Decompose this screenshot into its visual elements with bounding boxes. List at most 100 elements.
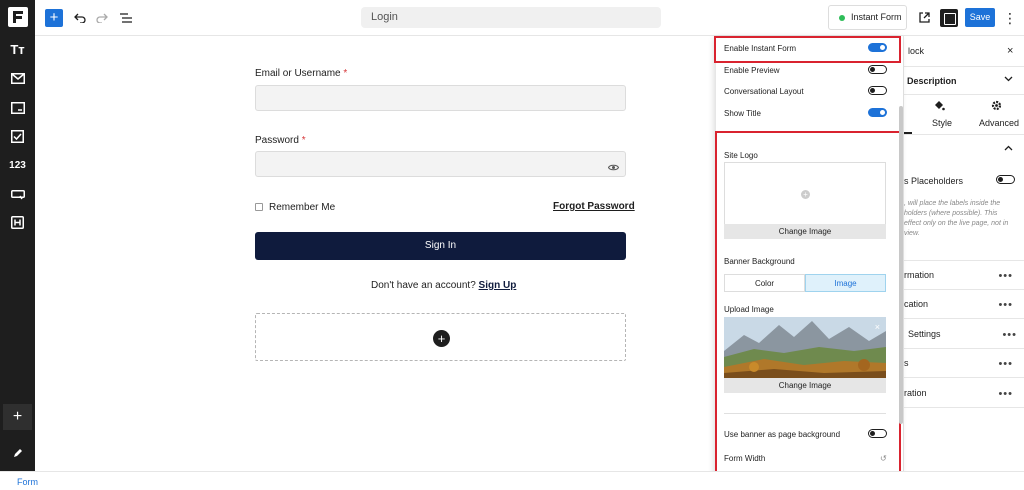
settings-sidebar-toggle-icon[interactable]	[940, 9, 958, 27]
section-row[interactable]: Settings •••	[908, 329, 1024, 341]
toggle-label: Enable Preview	[724, 66, 780, 75]
gear-icon[interactable]	[991, 100, 1003, 113]
button-block-icon[interactable]	[8, 185, 27, 204]
plus-circle-icon[interactable]: +	[801, 190, 810, 199]
top-toolbar: + Login Instant Form Save ⋮	[35, 0, 1024, 36]
section-label: ration	[904, 388, 927, 398]
password-label-text: Password	[255, 135, 299, 146]
segment-color[interactable]: Color	[724, 274, 805, 292]
email-field[interactable]	[255, 85, 626, 111]
more-options-icon[interactable]: ⋮	[1001, 9, 1019, 27]
upload-image-label: Upload Image	[724, 305, 774, 314]
text-block-icon[interactable]: Tт	[8, 40, 27, 59]
show-title-toggle[interactable]	[868, 108, 887, 117]
use-banner-label: Use banner as page background	[724, 430, 841, 439]
required-mark: *	[301, 135, 306, 146]
mail-icon[interactable]	[8, 69, 27, 88]
toggle-label: Show Title	[724, 109, 761, 118]
eye-icon[interactable]	[607, 159, 620, 177]
remove-image-icon[interactable]: ×	[875, 322, 880, 332]
more-icon[interactable]: •••	[998, 299, 1013, 311]
help-line: , will place the labels inside the	[904, 200, 1001, 207]
instant-form-button[interactable]: Instant Form	[828, 5, 907, 30]
enable-instant-form-toggle[interactable]	[868, 43, 887, 52]
banner-image-preview[interactable]: ×	[724, 317, 886, 379]
divider	[904, 134, 1024, 135]
undo-icon[interactable]	[71, 9, 89, 27]
settings-sidebar: lock × Description Style Advanced s Plac…	[903, 36, 1024, 490]
sign-in-button[interactable]: Sign In	[255, 232, 626, 260]
more-icon[interactable]: •••	[998, 270, 1013, 282]
section-row[interactable]: rmation •••	[904, 270, 1024, 282]
external-link-icon[interactable]	[915, 9, 933, 27]
section-label: rmation	[904, 270, 935, 280]
tab-style[interactable]: Style	[932, 118, 962, 128]
email-label: Email or Username *	[255, 68, 347, 79]
more-icon[interactable]: •••	[998, 388, 1013, 400]
section-row[interactable]: s •••	[904, 358, 1024, 370]
breadcrumb[interactable]: Form	[17, 477, 38, 487]
enable-preview-toggle[interactable]	[868, 65, 887, 74]
number-field-icon[interactable]: 123	[8, 156, 27, 175]
section-row[interactable]: ration •••	[904, 388, 1024, 400]
remember-me-label: Remember Me	[269, 202, 336, 213]
chevron-up-icon[interactable]	[1004, 143, 1014, 153]
password-field[interactable]	[255, 151, 626, 177]
section-label: cation	[904, 299, 929, 309]
section-row[interactable]: cation •••	[904, 299, 1024, 311]
help-line: view.	[904, 230, 920, 237]
paint-bucket-icon[interactable]	[934, 100, 946, 113]
remember-me-checkbox[interactable]	[255, 203, 263, 211]
conversational-layout-toggle[interactable]	[868, 86, 887, 95]
divider	[724, 413, 886, 414]
divider	[904, 66, 1024, 67]
more-icon[interactable]: •••	[1002, 329, 1017, 341]
pencil-icon[interactable]	[8, 443, 27, 462]
plus-circle-icon[interactable]: +	[433, 330, 450, 347]
section-label: s	[904, 358, 909, 368]
add-block-plus-icon[interactable]: +	[3, 404, 32, 430]
placeholders-help: , will place the labels inside the holde…	[904, 199, 1024, 239]
add-block-button[interactable]: +	[45, 9, 63, 27]
required-mark: *	[343, 68, 348, 79]
divider	[904, 94, 1024, 95]
input-field-icon[interactable]	[8, 98, 27, 117]
chevron-down-icon[interactable]	[1004, 74, 1014, 84]
form-width-label: Form Width	[724, 454, 766, 463]
divider	[904, 407, 1024, 408]
tab-indicator	[904, 94, 912, 134]
list-view-icon[interactable]	[117, 9, 135, 27]
block-inserter-rail: Tт 123 +	[0, 0, 35, 490]
save-button[interactable]: Save	[965, 8, 995, 27]
use-banner-toggle[interactable]	[868, 429, 887, 438]
redo-icon[interactable]	[93, 9, 111, 27]
instant-form-label: Instant Form	[851, 12, 902, 22]
help-line: effect only on the live page, not in	[904, 220, 1009, 227]
close-icon[interactable]: ×	[1007, 45, 1017, 57]
status-dot	[839, 15, 845, 21]
block-appender[interactable]: +	[255, 313, 626, 361]
divider	[904, 348, 1024, 349]
site-logo-label: Site Logo	[724, 151, 758, 160]
more-icon[interactable]: •••	[998, 358, 1013, 370]
change-logo-button[interactable]: Change Image	[724, 224, 886, 239]
forgot-password-link[interactable]: Forgot Password	[553, 201, 635, 212]
sign-up-link[interactable]: Sign Up	[479, 280, 517, 291]
app-logo-icon[interactable]	[7, 6, 29, 28]
document-title-bar[interactable]: Login	[361, 7, 661, 28]
toggle-label: Enable Instant Form	[724, 44, 797, 53]
tab-advanced[interactable]: Advanced	[979, 118, 1019, 128]
signup-prompt: Don't have an account? Sign Up	[371, 280, 516, 291]
checkbox-icon[interactable]	[8, 127, 27, 146]
help-line: holders (where possible). This	[904, 210, 998, 217]
no-account-text: Don't have an account?	[371, 280, 476, 291]
reset-icon[interactable]: ↺	[880, 454, 887, 463]
segment-image[interactable]: Image	[805, 274, 886, 292]
divider	[904, 289, 1024, 290]
change-banner-button[interactable]: Change Image	[724, 378, 886, 393]
placeholders-toggle[interactable]	[996, 175, 1015, 184]
breadcrumb-bar: Form	[0, 471, 1024, 490]
heading-icon[interactable]	[8, 213, 27, 232]
divider	[904, 377, 1024, 378]
popup-scrollbar[interactable]	[899, 106, 903, 424]
